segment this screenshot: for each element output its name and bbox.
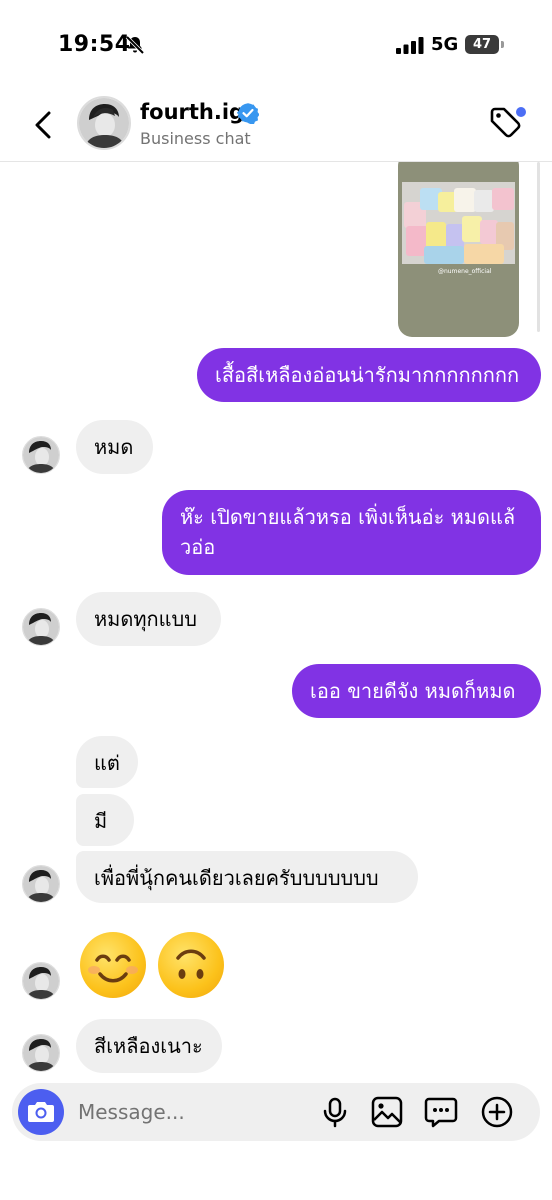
verified-badge-icon: [236, 102, 260, 128]
battery-icon: 47: [465, 35, 504, 54]
scrollbar[interactable]: [537, 162, 540, 332]
incoming-message[interactable]: สีเหลืองเนาะ: [76, 1019, 222, 1073]
signal-icon: [396, 37, 424, 58]
incoming-message[interactable]: เพื่อพี่นุ้กคนเดียวเลยครับบบบบบบ: [76, 851, 418, 903]
chat-type-label: Business chat: [140, 129, 251, 148]
smiling-face-icon: [80, 932, 146, 998]
camera-icon: [28, 1102, 54, 1122]
incoming-message[interactable]: มี: [76, 794, 134, 846]
outgoing-message[interactable]: เสื้อสีเหลืองอ่อนน่ารักมากกกกกกกก: [197, 348, 541, 402]
chat-header: fourth.ig Business chat: [0, 92, 552, 162]
upside-down-face-icon: [158, 932, 224, 998]
tag-icon[interactable]: [488, 106, 528, 146]
contact-name[interactable]: fourth.ig: [140, 100, 244, 124]
status-time: 19:54: [58, 32, 131, 57]
add-icon[interactable]: [480, 1095, 514, 1129]
shared-post[interactable]: @numene_official: [398, 162, 519, 337]
network-type: 5G: [431, 34, 459, 55]
camera-button[interactable]: [18, 1089, 64, 1135]
shared-post-image[interactable]: [402, 182, 515, 264]
sender-avatar[interactable]: [22, 865, 60, 903]
outgoing-message[interactable]: เออ ขายดีจัง หมดก็หมด: [292, 664, 541, 718]
outgoing-message[interactable]: ห๊ะ เปิดขายแล้วหรอ เพิ่งเห็นอ่ะ หมดแล้วอ…: [162, 490, 541, 575]
emoji-message[interactable]: [80, 932, 230, 1002]
message-thread[interactable]: @numene_official เสื้อสีเหลืองอ่อนน่ารัก…: [0, 162, 552, 1080]
contact-avatar[interactable]: [77, 96, 131, 150]
sender-avatar[interactable]: [22, 608, 60, 646]
sender-avatar[interactable]: [22, 1034, 60, 1072]
bell-slash-icon: [125, 35, 145, 59]
incoming-message[interactable]: แต่: [76, 736, 138, 788]
shared-post-caption: @numene_official: [438, 268, 492, 275]
back-icon[interactable]: [30, 108, 58, 146]
gallery-icon[interactable]: [370, 1095, 404, 1129]
microphone-icon[interactable]: [318, 1095, 352, 1129]
message-composer: [12, 1083, 540, 1141]
sender-avatar[interactable]: [22, 436, 60, 474]
incoming-message[interactable]: หมดทุกแบบ: [76, 592, 221, 646]
sender-avatar[interactable]: [22, 962, 60, 1000]
status-bar: 19:54 5G 47: [0, 0, 552, 90]
sticker-chat-icon[interactable]: [424, 1095, 458, 1129]
incoming-message[interactable]: หมด: [76, 420, 153, 474]
message-input[interactable]: [78, 1095, 308, 1129]
